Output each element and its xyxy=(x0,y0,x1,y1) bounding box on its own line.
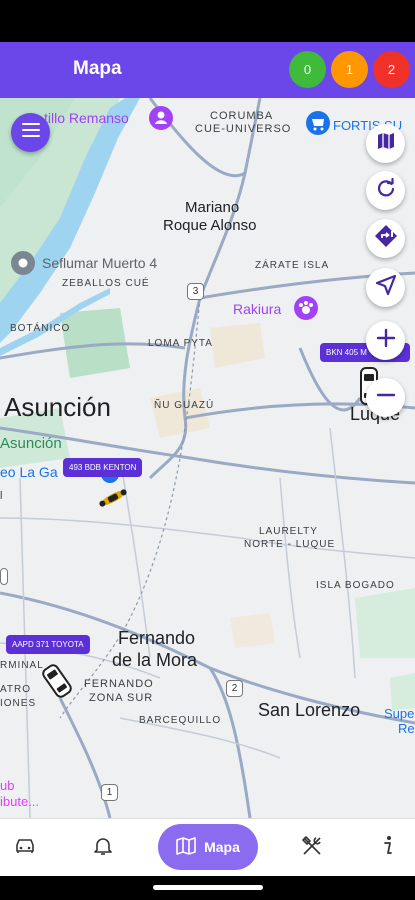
map-label: ub xyxy=(0,778,15,793)
hamburger-menu-icon xyxy=(21,123,40,142)
route-shield: 3 xyxy=(187,283,204,300)
motorcycle-icon[interactable] xyxy=(95,486,131,515)
map-label: ISLA BOGADO xyxy=(316,580,395,591)
map-layers-button[interactable] xyxy=(366,124,405,163)
map-label: Re xyxy=(398,721,415,736)
map-label: Asunción xyxy=(4,392,111,422)
status-bar xyxy=(0,0,415,42)
map-icon xyxy=(176,836,196,858)
refresh-button[interactable] xyxy=(366,171,405,210)
home-indicator[interactable] xyxy=(153,885,263,890)
app-header: Mapa 0 1 2 xyxy=(0,42,415,98)
map-label: CUE-UNIVERSO xyxy=(195,123,292,135)
map-label: BOTÁNICO xyxy=(10,323,71,334)
tools-icon xyxy=(301,835,323,862)
nav-map[interactable]: Mapa xyxy=(158,824,258,870)
map-label: LOMA PYTA xyxy=(148,338,213,349)
navigate-button[interactable] xyxy=(366,268,405,307)
map-label: RMINAL xyxy=(0,660,44,671)
map-label: San Lorenzo xyxy=(258,700,361,720)
nav-info[interactable] xyxy=(363,819,413,877)
map-label: Roque Alonso xyxy=(163,217,257,234)
location-pin-icon[interactable] xyxy=(10,250,36,281)
map-label: IONES xyxy=(0,698,37,709)
nav-vehicles[interactable] xyxy=(0,819,50,877)
bottom-navigation: Mapa xyxy=(0,818,415,876)
system-gesture-bar xyxy=(0,876,415,900)
zoom-in-button[interactable] xyxy=(366,321,405,360)
zoom-out-icon xyxy=(376,385,396,410)
route-shield: 2 xyxy=(226,680,243,697)
map-label: Supe xyxy=(384,706,415,721)
info-icon xyxy=(382,835,394,862)
map-layers-icon xyxy=(376,131,396,156)
map-label: ZONA SUR xyxy=(89,692,154,704)
map-label: NORTE - LUQUE xyxy=(244,539,336,550)
poi-pin-icon[interactable] xyxy=(148,105,174,136)
map-label: BARCEQUILLO xyxy=(139,715,222,726)
vehicle-tag[interactable]: 493 BDB KENTON xyxy=(63,458,143,477)
map-label: FERNANDO xyxy=(84,678,154,690)
status-count-badge-red[interactable]: 2 xyxy=(373,51,410,88)
nav-notifications[interactable] xyxy=(78,819,128,877)
badge-count: 0 xyxy=(303,62,312,77)
map-label: Mariano xyxy=(185,199,240,216)
map-label: ZEBALLOS CUÉ xyxy=(62,278,150,289)
navigation-arrow-icon xyxy=(375,274,397,301)
directions-icon xyxy=(374,224,398,253)
directions-button[interactable] xyxy=(366,219,405,258)
map-label: ibute... xyxy=(0,794,40,809)
map-label: ATRO xyxy=(0,684,32,695)
map-label: de la Mora xyxy=(112,650,198,670)
badge-count: 2 xyxy=(387,62,396,77)
route-shield xyxy=(0,568,8,585)
map-label: l xyxy=(0,490,4,502)
bell-icon xyxy=(94,836,112,861)
badge-count: 1 xyxy=(345,62,354,77)
map-label: ZÁRATE ISLA xyxy=(255,260,330,271)
map-label: LAURELTY xyxy=(259,526,318,537)
nav-tools[interactable] xyxy=(287,819,337,877)
map-label: tillo Remanso xyxy=(44,110,129,126)
map-label: Seflumar Muerto 4 xyxy=(42,255,158,271)
zoom-out-button[interactable] xyxy=(366,378,405,417)
map-label: ÑU GUAZÚ xyxy=(154,400,215,411)
status-count-badge-green[interactable]: 0 xyxy=(289,51,326,88)
store-pin-icon[interactable] xyxy=(305,110,331,141)
menu-button[interactable] xyxy=(11,113,50,152)
map-label: Rakiura xyxy=(233,301,282,317)
map-label: Asunción xyxy=(0,435,62,452)
map-label: Fernando xyxy=(118,628,196,648)
status-count-badge-orange[interactable]: 1 xyxy=(331,51,368,88)
page-title: Mapa xyxy=(73,58,122,79)
map-view[interactable]: tillo Remanso CORUMBA CUE-UNIVERSO FORTI… xyxy=(0,98,415,818)
vehicle-tag[interactable]: AAPD 371 TOYOTA xyxy=(6,635,90,654)
map-label: eo La Ga xyxy=(0,464,58,480)
route-shield: 1 xyxy=(101,784,118,801)
pet-pin-icon[interactable] xyxy=(293,295,319,326)
car-icon xyxy=(14,837,36,860)
nav-map-label: Mapa xyxy=(204,839,240,855)
zoom-in-icon xyxy=(376,328,396,353)
refresh-icon xyxy=(376,177,396,203)
map-label: CORUMBA xyxy=(210,110,274,122)
car-icon[interactable] xyxy=(42,664,72,703)
